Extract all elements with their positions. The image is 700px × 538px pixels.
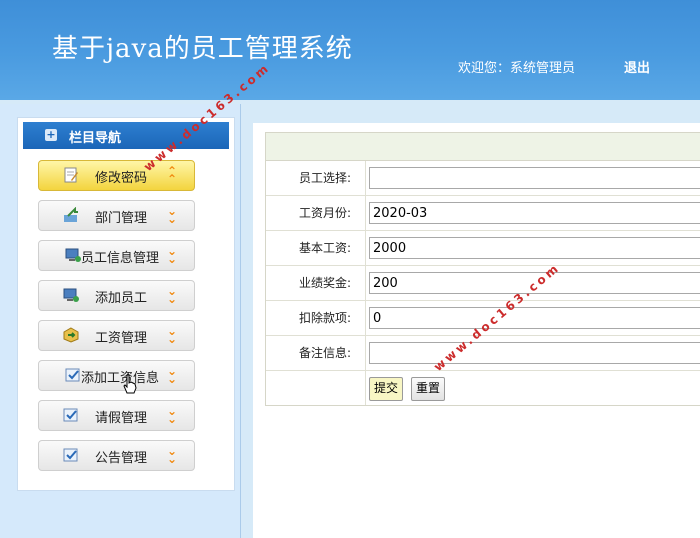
sidebar-item-announcements[interactable]: 公告管理 ⌄ ⌄ xyxy=(38,440,195,471)
hand-cursor-icon xyxy=(123,374,137,394)
form-row-actions: 提交 重置 xyxy=(266,371,700,405)
salary-month-field[interactable] xyxy=(369,202,700,224)
header-bar: 基于java的员工管理系统 欢迎您：系统管理员 退出 xyxy=(0,0,700,100)
welcome-text: 欢迎您：系统管理员 xyxy=(458,61,576,76)
chevron-down-icon: ⌄ ⌄ xyxy=(167,324,178,346)
form-row-remarks: 备注信息: xyxy=(266,336,700,371)
remarks-label: 备注信息: xyxy=(298,346,351,360)
sidebar-item-employee-info[interactable]: 员工信息管理 ⌄ ⌄ xyxy=(38,240,195,271)
checklist-icon xyxy=(65,368,80,382)
checklist-icon xyxy=(63,408,78,422)
form-header xyxy=(266,133,700,161)
logout-link[interactable]: 退出 xyxy=(624,57,650,76)
deduction-field[interactable] xyxy=(369,307,700,329)
box-arrow-icon xyxy=(63,327,79,343)
form-row-base: 基本工资: xyxy=(266,231,700,266)
remarks-field[interactable] xyxy=(369,342,700,364)
sidebar-item-label: 公告管理 xyxy=(95,451,148,466)
sidebar-item-departments[interactable]: 部门管理 ⌄ ⌄ xyxy=(38,200,195,231)
sidebar-item-label: 添加工资信息 xyxy=(81,371,160,386)
folder-arrow-icon xyxy=(64,207,78,222)
deduction-label: 扣除款项: xyxy=(298,311,351,325)
sidebar-item-label: 请假管理 xyxy=(95,411,148,426)
chevron-down-icon: ⌄ ⌄ xyxy=(167,204,178,226)
sidebar-item-label: 修改密码 xyxy=(95,171,148,186)
sidebar-item-label: 添加员工 xyxy=(95,291,148,306)
nav-heading-label: 栏目导航 xyxy=(69,131,122,146)
sidebar-item-change-password[interactable]: 修改密码 ⌃ ⌃ xyxy=(38,160,195,191)
sidebar-item-add-employee[interactable]: 添加员工 ⌄ ⌄ xyxy=(38,280,195,311)
chevron-down-icon: ⌄ ⌄ xyxy=(167,284,178,306)
form-row-month: 工资月份: xyxy=(266,196,700,231)
chevron-up-icon: ⌃ ⌃ xyxy=(167,164,178,186)
checklist-icon xyxy=(63,448,78,462)
sidebar-item-leave[interactable]: 请假管理 ⌄ ⌄ xyxy=(38,400,195,431)
bonus-label: 业绩奖金: xyxy=(298,276,351,290)
reset-button[interactable]: 重置 xyxy=(411,377,446,401)
sidebar-item-add-salary[interactable]: 添加工资信息 ⌄ ⌄ xyxy=(38,360,195,391)
app-title: 基于java的员工管理系统 xyxy=(52,34,353,64)
form-row-employee: 员工选择: xyxy=(266,161,700,196)
base-salary-label: 基本工资: xyxy=(298,241,351,255)
sidebar-item-label: 工资管理 xyxy=(95,331,148,346)
monitor-user-icon xyxy=(65,248,81,262)
salary-form: 员工选择: 工资月份: 基本工资: 业绩奖金: 扣除款项: 备注信息: 提交 重… xyxy=(265,132,700,406)
plus-icon: + xyxy=(45,128,57,141)
chevron-down-icon: ⌄ ⌄ xyxy=(167,364,178,386)
monitor-user-icon xyxy=(63,288,79,302)
employee-label: 员工选择: xyxy=(298,171,351,185)
document-edit-icon xyxy=(64,167,78,183)
chevron-down-icon: ⌄ ⌄ xyxy=(167,404,178,426)
sidebar-item-salary[interactable]: 工资管理 ⌄ ⌄ xyxy=(38,320,195,351)
base-salary-field[interactable] xyxy=(369,237,700,259)
form-row-bonus: 业绩奖金: xyxy=(266,266,700,301)
employee-select-field[interactable] xyxy=(369,167,700,189)
sidebar-item-label: 员工信息管理 xyxy=(81,251,160,266)
chevron-down-icon: ⌄ ⌄ xyxy=(167,444,178,466)
sidebar-item-label: 部门管理 xyxy=(95,211,148,226)
chevron-down-icon: ⌄ ⌄ xyxy=(167,244,178,266)
month-label: 工资月份: xyxy=(298,206,351,220)
submit-button[interactable]: 提交 xyxy=(369,377,404,401)
